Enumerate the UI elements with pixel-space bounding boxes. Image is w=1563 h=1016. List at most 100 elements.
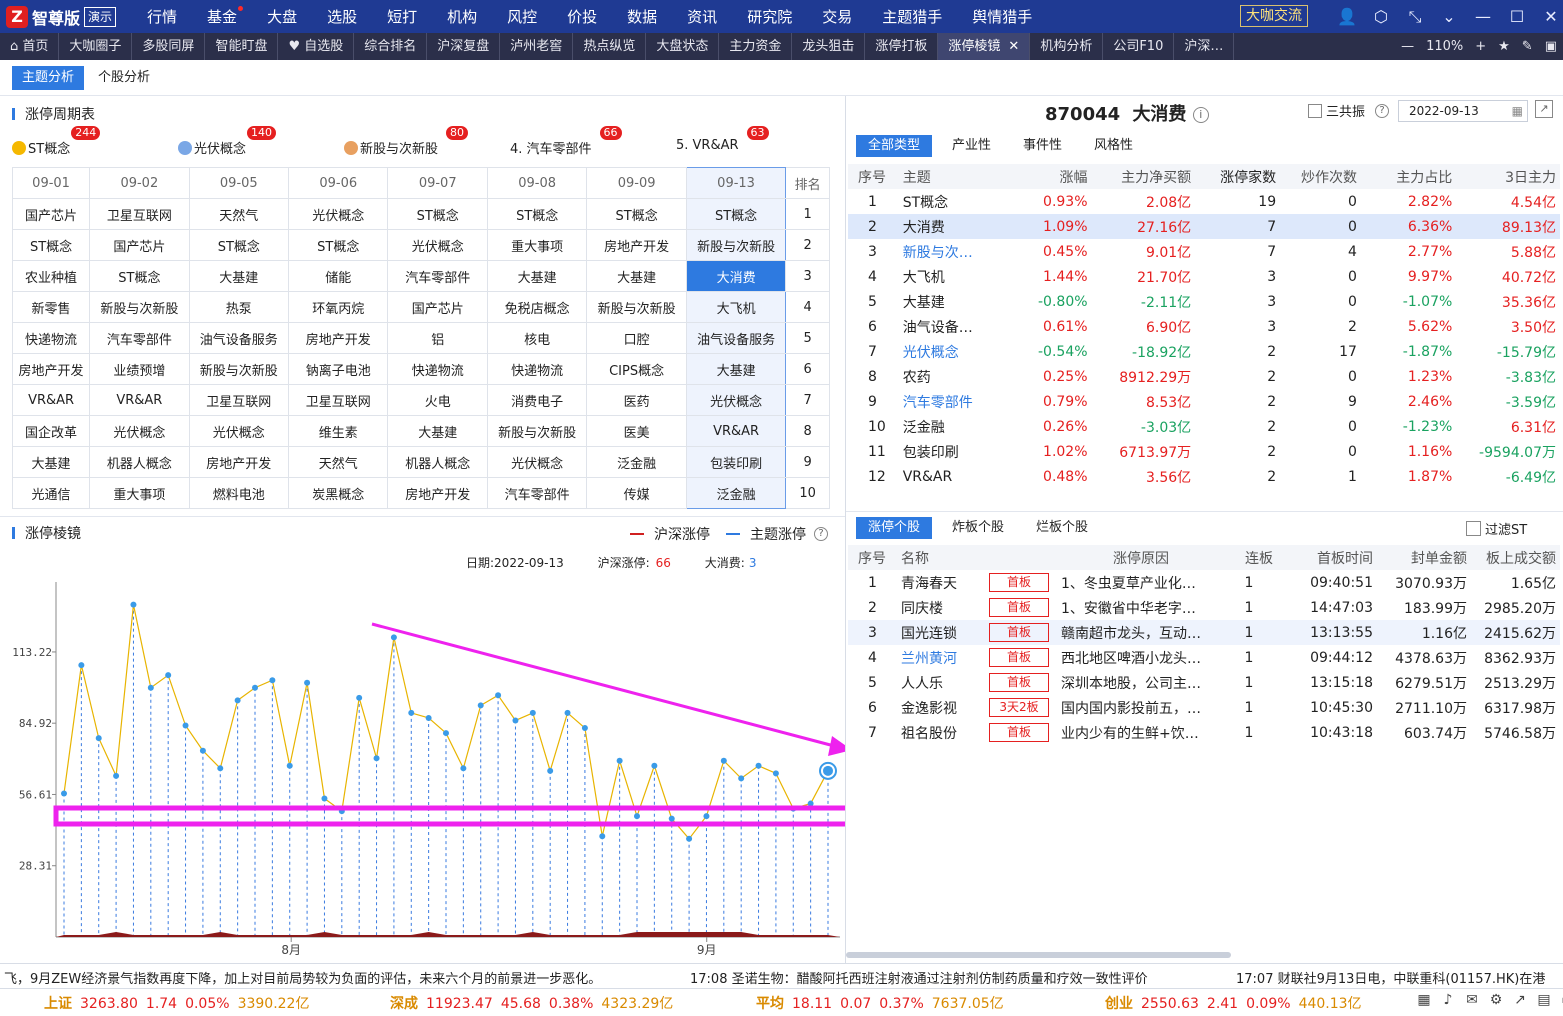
legend-item[interactable]: 5. VR&AR 63 <box>676 126 769 153</box>
cycle-cell[interactable]: 大基建 <box>586 260 687 292</box>
column-header[interactable]: 板上成交额 <box>1471 545 1560 570</box>
index-quote[interactable]: 上证 3263.80 1.74 0.05% 3390.22亿 <box>44 993 309 1013</box>
trend-icon[interactable]: ↗ <box>1508 992 1532 1008</box>
horizontal-scrollbar[interactable] <box>846 952 1231 958</box>
column-header[interactable]: 主题 <box>897 164 999 189</box>
cycle-cell[interactable]: 医药 <box>586 384 687 416</box>
tab-item[interactable]: 多股同屏 <box>132 33 206 60</box>
menu-item[interactable]: 主题猎手 <box>867 6 957 27</box>
message-icon[interactable]: ✉ <box>1460 992 1484 1008</box>
monitor-icon[interactable]: ▭ <box>1556 992 1563 1008</box>
tab-item[interactable]: 主力资金 <box>719 33 793 60</box>
cycle-cell[interactable]: 新零售 <box>11 291 91 323</box>
cycle-cell[interactable]: 泛金融 <box>685 477 787 509</box>
cycle-cell[interactable]: ST概念 <box>685 198 787 230</box>
calendar-icon[interactable]: ▦ <box>1512 101 1523 121</box>
menu-item[interactable]: 选股 <box>312 6 372 27</box>
cycle-cell[interactable]: 卫星互联网 <box>89 198 190 230</box>
data-point[interactable] <box>703 813 710 820</box>
menu-item[interactable]: 价投 <box>552 6 612 27</box>
subtab-stock-analysis[interactable]: 个股分析 <box>88 66 160 90</box>
data-point[interactable] <box>772 770 779 777</box>
stock-row[interactable]: 2 同庆楼 首板 1、安徽省中华老字… 1 14:47:03 183.99万 2985.20万 <box>848 595 1560 620</box>
cycle-cell[interactable]: 机器人概念 <box>89 446 190 478</box>
data-point[interactable] <box>564 709 571 716</box>
data-point[interactable] <box>547 767 554 774</box>
data-point[interactable] <box>529 709 536 716</box>
menu-item[interactable]: 大盘 <box>252 6 312 27</box>
data-point[interactable] <box>234 697 241 704</box>
cycle-cell[interactable]: 光伏概念 <box>288 198 389 230</box>
data-point[interactable] <box>599 833 606 840</box>
hexagon-settings-icon[interactable]: ⬡ <box>1364 7 1398 26</box>
column-header[interactable]: 炒作次数 <box>1280 164 1361 189</box>
cycle-cell[interactable]: ST概念 <box>89 260 190 292</box>
cycle-cell[interactable]: 大消费 <box>685 260 787 292</box>
data-point[interactable] <box>616 757 623 764</box>
data-point[interactable] <box>651 762 658 769</box>
column-header[interactable]: 涨幅 <box>998 164 1091 189</box>
sangong-filter[interactable]: 三共振 ? <box>1308 101 1390 120</box>
data-point[interactable] <box>78 662 85 669</box>
theme-row[interactable]: 12 VR&AR 0.48% 3.56亿 2 1 1.87% -6.49亿 <box>848 464 1560 489</box>
data-point[interactable] <box>823 765 833 776</box>
cycle-cell[interactable]: 天然气 <box>188 198 290 230</box>
theme-row[interactable]: 1 ST概念 0.93% 2.08亿 19 0 2.82% 4.54亿 <box>848 189 1560 214</box>
column-header[interactable]: 涨停家数 <box>1195 164 1280 189</box>
index-quote[interactable]: 创业 2550.63 2.41 0.09% 440.13亿 <box>1105 993 1362 1013</box>
cycle-cell[interactable]: ST概念 <box>288 229 389 261</box>
cycle-cell[interactable]: 房地产开发 <box>288 322 389 354</box>
cycle-cell[interactable]: 房地产开发 <box>188 446 290 478</box>
data-point[interactable] <box>182 722 189 729</box>
column-header[interactable]: 首板时间 <box>1277 545 1377 570</box>
cycle-cell[interactable]: 光伏概念 <box>89 415 190 447</box>
cycle-cell[interactable]: 卫星互联网 <box>188 384 290 416</box>
column-header[interactable]: 名称 <box>895 545 989 570</box>
data-point[interactable] <box>477 702 484 709</box>
cycle-cell[interactable]: 储能 <box>288 260 389 292</box>
cycle-cell[interactable]: 包装印刷 <box>685 446 787 478</box>
theme-row[interactable]: 6 油气设备… 0.61% 6.90亿 3 2 5.62% 3.50亿 <box>848 314 1560 339</box>
cycle-cell[interactable]: 炭黑概念 <box>288 477 389 509</box>
subtab-theme-analysis[interactable]: 主题分析 <box>12 65 85 90</box>
theme-row[interactable]: 2 大消费 1.09% 27.16亿 7 0 6.36% 89.13亿 <box>848 214 1560 239</box>
cycle-cell[interactable]: 油气设备服务 <box>188 322 290 354</box>
tab-item[interactable]: 公司F10 <box>1103 33 1175 60</box>
data-point[interactable] <box>217 765 224 772</box>
column-header[interactable]: 涨停原因 <box>1057 545 1225 570</box>
column-header[interactable]: 序号 <box>848 545 895 570</box>
data-point[interactable] <box>252 684 258 691</box>
tab-item[interactable]: 机构分析 <box>1030 33 1104 60</box>
cycle-cell[interactable]: ST概念 <box>586 198 687 230</box>
theme-row[interactable]: 3 新股与次… 0.45% 9.01亿 7 4 2.77% 5.88亿 <box>848 239 1560 264</box>
cycle-cell[interactable]: 快递物流 <box>486 353 588 385</box>
cycle-cell[interactable]: ST概念 <box>387 198 488 230</box>
cycle-cell[interactable]: 快递物流 <box>11 322 91 354</box>
data-point[interactable] <box>755 762 762 769</box>
cycle-cell[interactable]: 新股与次新股 <box>188 353 290 385</box>
cycle-cell[interactable]: 大基建 <box>486 260 588 292</box>
filter-st-checkbox[interactable] <box>1466 521 1481 536</box>
zoom-out-icon[interactable]: — <box>1395 39 1420 54</box>
stock-row[interactable]: 1 青海春天 首板 1、冬虫夏草产业化… 1 09:40:51 3070.93万 1.65亿 <box>848 570 1560 595</box>
column-header[interactable]: 主力净买额 <box>1092 164 1196 189</box>
cycle-cell[interactable]: 钠离子电池 <box>288 353 389 385</box>
column-header[interactable]: 封单金额 <box>1377 545 1471 570</box>
theme-row[interactable]: 4 大飞机 1.44% 21.70亿 3 0 9.97% 40.72亿 <box>848 264 1560 289</box>
menu-item[interactable]: 数据 <box>612 6 672 27</box>
theme-row[interactable]: 7 光伏概念 -0.54% -18.92亿 2 17 -1.87% -15.79亿 <box>848 339 1560 364</box>
cycle-cell[interactable]: 光伏概念 <box>188 415 290 447</box>
theme-row[interactable]: 5 大基建 -0.80% -2.11亿 3 0 -1.07% 35.36亿 <box>848 289 1560 314</box>
data-point[interactable] <box>269 677 276 684</box>
cycle-cell[interactable]: VR&AR <box>11 384 91 416</box>
user-icon[interactable]: 👤 <box>1330 7 1364 26</box>
star-icon[interactable]: ★ <box>1492 39 1516 54</box>
data-point[interactable] <box>95 735 102 742</box>
column-header[interactable]: 主力占比 <box>1361 164 1456 189</box>
cycle-cell[interactable]: 燃料电池 <box>188 477 290 509</box>
tab-rotten-board[interactable]: 烂板个股 <box>1024 517 1100 539</box>
cycle-cell[interactable]: 医美 <box>586 415 687 447</box>
legend-item[interactable]: ST概念 244 <box>12 126 101 157</box>
cycle-cell[interactable]: 天然气 <box>288 446 389 478</box>
tab-broken-board[interactable]: 炸板个股 <box>940 517 1016 539</box>
